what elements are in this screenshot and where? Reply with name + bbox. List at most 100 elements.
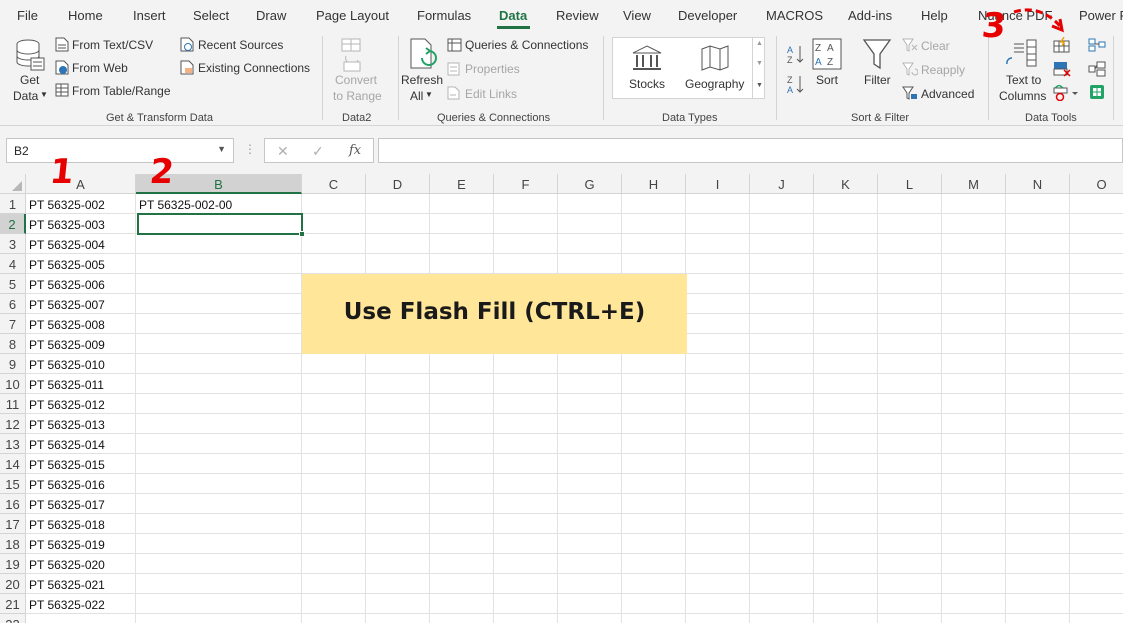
- row-header-2[interactable]: 2: [0, 214, 26, 234]
- cell-b7[interactable]: [136, 314, 302, 334]
- row-header-15[interactable]: 15: [0, 474, 26, 494]
- cell-a9[interactable]: PT 56325-010: [26, 354, 136, 374]
- cell-a15[interactable]: PT 56325-016: [26, 474, 136, 494]
- row-header-8[interactable]: 8: [0, 334, 26, 354]
- tab-review[interactable]: Review: [556, 8, 599, 23]
- cell-a20[interactable]: PT 56325-021: [26, 574, 136, 594]
- cell-a8[interactable]: PT 56325-009: [26, 334, 136, 354]
- tab-formulas[interactable]: Formulas: [417, 8, 471, 23]
- row-header-20[interactable]: 20: [0, 574, 26, 594]
- insert-function-icon[interactable]: fx: [349, 143, 361, 158]
- row-header-11[interactable]: 11: [0, 394, 26, 414]
- cell-b4[interactable]: [136, 254, 302, 274]
- tab-macros[interactable]: MACROS: [766, 8, 823, 23]
- cell-b13[interactable]: [136, 434, 302, 454]
- row-header-9[interactable]: 9: [0, 354, 26, 374]
- cell-b17[interactable]: [136, 514, 302, 534]
- cell-a5[interactable]: PT 56325-006: [26, 274, 136, 294]
- column-header-g[interactable]: G: [558, 174, 622, 194]
- tab-developer[interactable]: Developer: [678, 8, 737, 23]
- cell-b14[interactable]: [136, 454, 302, 474]
- cell-b22[interactable]: [136, 614, 302, 623]
- tab-draw[interactable]: Draw: [256, 8, 286, 23]
- row-header-14[interactable]: 14: [0, 454, 26, 474]
- column-header-n[interactable]: N: [1006, 174, 1070, 194]
- cell-a2[interactable]: PT 56325-003: [26, 214, 136, 234]
- column-header-h[interactable]: H: [622, 174, 686, 194]
- row-header-17[interactable]: 17: [0, 514, 26, 534]
- row-header-7[interactable]: 7: [0, 314, 26, 334]
- cell-a6[interactable]: PT 56325-007: [26, 294, 136, 314]
- tab-page-layout[interactable]: Page Layout: [316, 8, 389, 23]
- cell-a12[interactable]: PT 56325-013: [26, 414, 136, 434]
- row-header-3[interactable]: 3: [0, 234, 26, 254]
- cell-a22[interactable]: [26, 614, 136, 623]
- tab-view[interactable]: View: [623, 8, 651, 23]
- resize-handle[interactable]: ⋮: [244, 142, 256, 156]
- cell-b16[interactable]: [136, 494, 302, 514]
- row-header-6[interactable]: 6: [0, 294, 26, 314]
- column-header-f[interactable]: F: [494, 174, 558, 194]
- cell-a7[interactable]: PT 56325-008: [26, 314, 136, 334]
- column-header-i[interactable]: I: [686, 174, 750, 194]
- cell-b19[interactable]: [136, 554, 302, 574]
- tab-help[interactable]: Help: [921, 8, 948, 23]
- tab-insert[interactable]: Insert: [133, 8, 166, 23]
- cancel-icon[interactable]: ✕: [277, 143, 289, 160]
- chevron-down-icon[interactable]: ▼: [217, 144, 226, 154]
- column-header-c[interactable]: C: [302, 174, 366, 194]
- tab-select[interactable]: Select: [193, 8, 229, 23]
- cell-b11[interactable]: [136, 394, 302, 414]
- cell-a3[interactable]: PT 56325-004: [26, 234, 136, 254]
- row-header-13[interactable]: 13: [0, 434, 26, 454]
- tab-home[interactable]: Home: [68, 8, 103, 23]
- cell-a11[interactable]: PT 56325-012: [26, 394, 136, 414]
- column-header-k[interactable]: K: [814, 174, 878, 194]
- row-header-12[interactable]: 12: [0, 414, 26, 434]
- cell-b18[interactable]: [136, 534, 302, 554]
- row-header-18[interactable]: 18: [0, 534, 26, 554]
- cell-b8[interactable]: [136, 334, 302, 354]
- tab-power-pivot[interactable]: Power P: [1079, 8, 1123, 23]
- column-header-l[interactable]: L: [878, 174, 942, 194]
- fill-handle[interactable]: [299, 231, 305, 237]
- column-header-e[interactable]: E: [430, 174, 494, 194]
- cell-b3[interactable]: [136, 234, 302, 254]
- cell-b5[interactable]: [136, 274, 302, 294]
- enter-icon[interactable]: ✓: [312, 143, 324, 160]
- cell-a4[interactable]: PT 56325-005: [26, 254, 136, 274]
- tab-add-ins[interactable]: Add-ins: [848, 8, 892, 23]
- column-header-d[interactable]: D: [366, 174, 430, 194]
- name-box[interactable]: B2 ▼: [6, 138, 234, 163]
- active-cell-selection[interactable]: [137, 213, 303, 235]
- cell-a17[interactable]: PT 56325-018: [26, 514, 136, 534]
- row-header-21[interactable]: 21: [0, 594, 26, 614]
- formula-input[interactable]: [378, 138, 1123, 163]
- column-header-m[interactable]: M: [942, 174, 1006, 194]
- column-header-o[interactable]: O: [1070, 174, 1123, 194]
- row-header-5[interactable]: 5: [0, 274, 26, 294]
- cell-a18[interactable]: PT 56325-019: [26, 534, 136, 554]
- row-header-10[interactable]: 10: [0, 374, 26, 394]
- cell-a13[interactable]: PT 56325-014: [26, 434, 136, 454]
- gallery-scroll[interactable]: ▲ ▼ ▼: [752, 38, 765, 98]
- cell-b12[interactable]: [136, 414, 302, 434]
- row-header-4[interactable]: 4: [0, 254, 26, 274]
- column-header-j[interactable]: J: [750, 174, 814, 194]
- cell-b1[interactable]: PT 56325-002-00: [136, 194, 302, 214]
- select-all-button[interactable]: [0, 174, 26, 194]
- cell-a14[interactable]: PT 56325-015: [26, 454, 136, 474]
- row-header-22[interactable]: 22: [0, 614, 26, 623]
- cell-a10[interactable]: PT 56325-011: [26, 374, 136, 394]
- cell-b20[interactable]: [136, 574, 302, 594]
- cell-b6[interactable]: [136, 294, 302, 314]
- row-header-19[interactable]: 19: [0, 554, 26, 574]
- cell-b10[interactable]: [136, 374, 302, 394]
- cell-a21[interactable]: PT 56325-022: [26, 594, 136, 614]
- row-header-16[interactable]: 16: [0, 494, 26, 514]
- column-header-a[interactable]: A: [26, 174, 136, 194]
- cell-b9[interactable]: [136, 354, 302, 374]
- tab-file[interactable]: File: [17, 8, 38, 23]
- cell-a1[interactable]: PT 56325-002: [26, 194, 136, 214]
- cell-a19[interactable]: PT 56325-020: [26, 554, 136, 574]
